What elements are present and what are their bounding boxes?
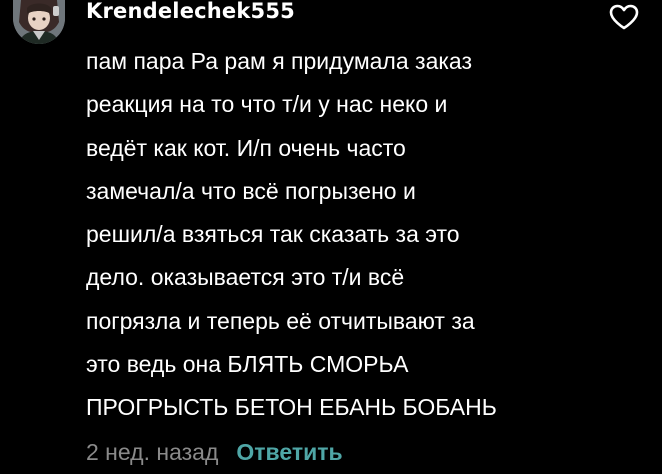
comment: Krendelechek555 пам пара Ра рам я придум…: [0, 0, 662, 474]
comment-text-line: решил/а взяться так сказать за это: [86, 221, 460, 248]
reply-button[interactable]: Ответить: [236, 439, 342, 466]
comment-text-line: это ведь она БЛЯТЬ СМОРЬА: [86, 351, 409, 378]
comment-text-line: погрязла и теперь её отчитывают за: [86, 307, 475, 334]
comment-text-line: пам пара Ра рам я придумала заказ: [86, 48, 473, 74]
comment-text-line: ведёт как кот. И/п очень часто: [86, 134, 406, 161]
comment-text-line: дело. оказывается это т/и всё: [86, 264, 405, 291]
username[interactable]: Krendelechek555: [86, 0, 295, 26]
timestamp: 2 нед. назад: [86, 438, 219, 465]
comment-text: пам пара Ра рам я придумала заказ реакци…: [86, 40, 606, 430]
comment-text-line: замечал/а что всё погрызено и: [86, 177, 416, 204]
avatar[interactable]: [13, 0, 65, 44]
comment-text-line: ПРОГРЫСТЬ БЕТОН ЕБАНЬ БОБАНЬ: [86, 394, 497, 421]
like-button[interactable]: [605, 0, 643, 34]
comment-meta: 2 нед. назад Ответить: [86, 434, 343, 470]
comment-text-line: реакция на то что т/и у нас неко и: [86, 91, 448, 118]
heart-outline-icon: [609, 4, 639, 30]
avatar-image: [13, 0, 65, 44]
